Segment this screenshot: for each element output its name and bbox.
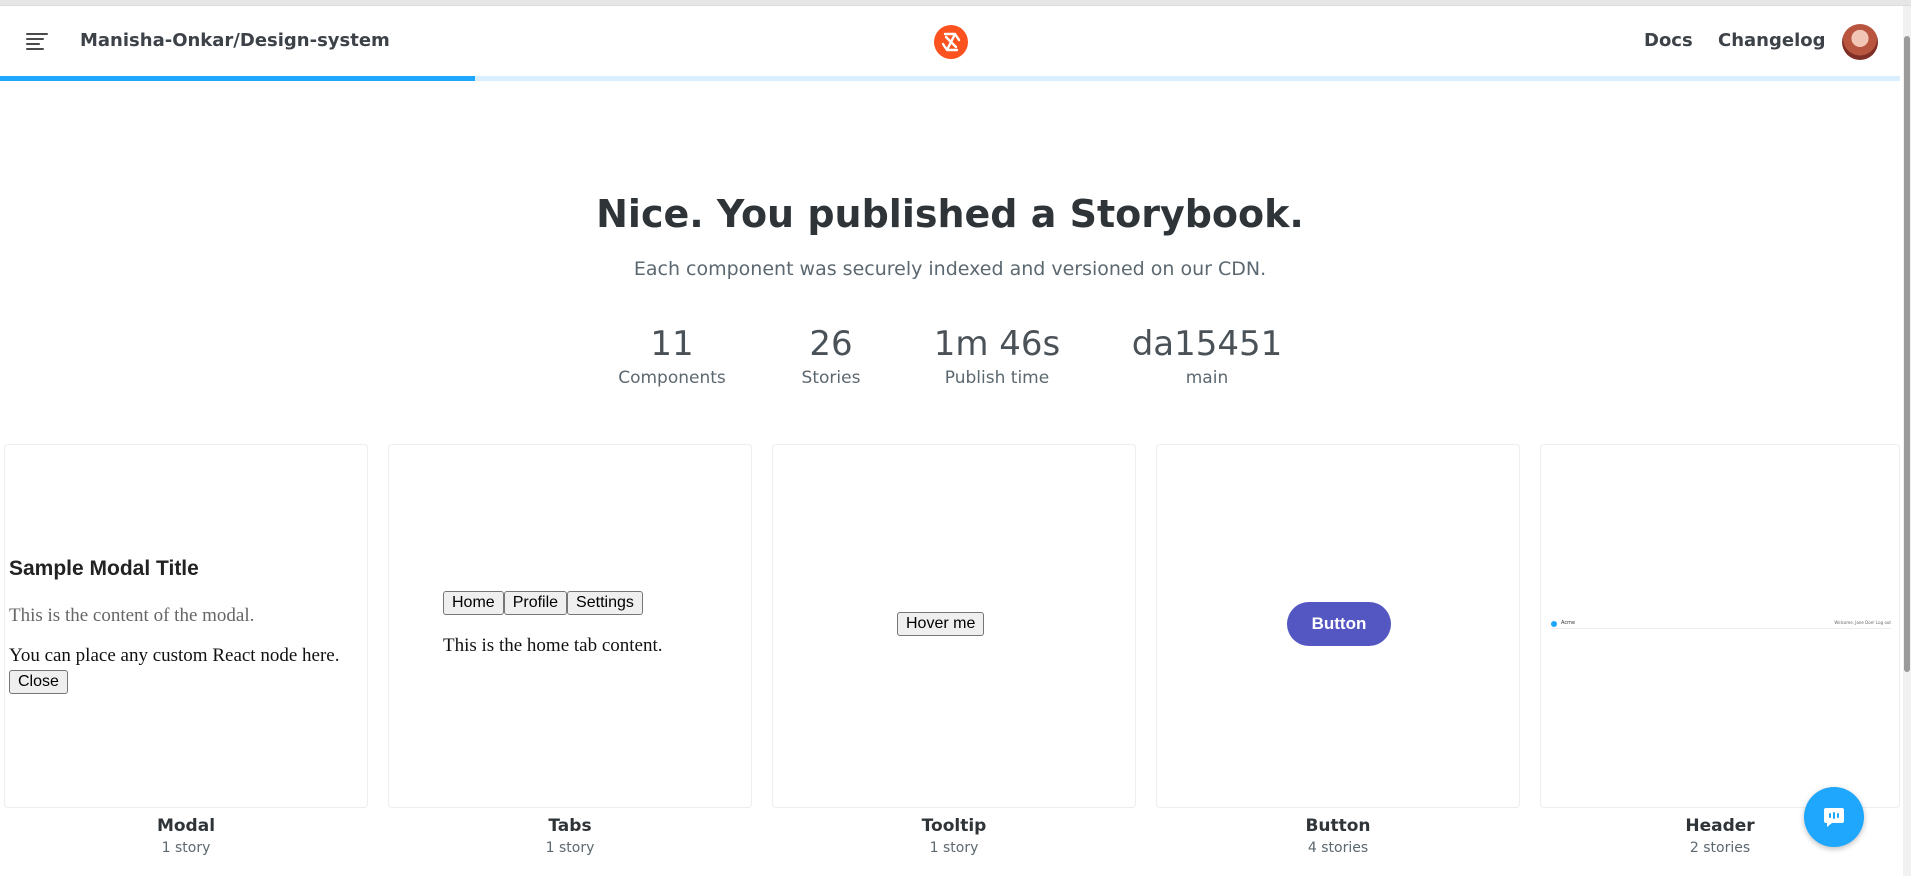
component-card-button[interactable]: Button [1156, 444, 1520, 808]
card-title[interactable]: Tooltip [772, 816, 1136, 836]
stat-components: 11 Components [612, 324, 732, 388]
page-title: Nice. You published a Storybook. [596, 192, 1304, 236]
card-story-count: 1 story [161, 840, 211, 856]
card-title[interactable]: Tabs [388, 816, 752, 836]
component-card-header[interactable]: Acme Welcome, Jane Doe! Log out [1540, 444, 1900, 808]
tab-home[interactable]: Home [443, 591, 504, 615]
publish-progress-fill [0, 76, 475, 81]
tab-settings[interactable]: Settings [567, 591, 643, 615]
modal-preview-node-text: You can place any custom React node here… [9, 645, 340, 666]
stat-commit: da15451 main [1120, 324, 1294, 388]
publish-stats: 11 Components 26 Stories 1m 46s Publish … [0, 324, 1900, 394]
stat-value: da15451 [1131, 324, 1283, 364]
stat-publish-time: 1m 46s Publish time [927, 324, 1067, 388]
stat-label: Stories [801, 368, 861, 388]
nav-docs-link[interactable]: Docs [1644, 30, 1693, 51]
modal-preview-title: Sample Modal Title [9, 557, 199, 580]
modal-close-button[interactable]: Close [9, 670, 68, 694]
card-title[interactable]: Button [1156, 816, 1520, 836]
menu-icon[interactable] [26, 33, 48, 50]
user-avatar[interactable] [1842, 24, 1878, 60]
stat-value: 11 [650, 324, 694, 364]
component-card-tabs[interactable]: Home Profile Settings This is the home t… [388, 444, 752, 808]
stat-label: Components [618, 368, 726, 388]
chat-bubble-icon[interactable] [1804, 787, 1864, 847]
card-title[interactable]: Modal [4, 816, 368, 836]
component-card-tooltip[interactable]: Hover me [772, 444, 1136, 808]
nav-changelog-link[interactable]: Changelog [1718, 30, 1826, 51]
header-preview: Acme Welcome, Jane Doe! Log out [1551, 620, 1891, 629]
top-header: Manisha-Onkar/Design-system Docs Changel… [0, 6, 1900, 76]
tabs-preview-content: This is the home tab content. [443, 635, 663, 656]
stat-label: Publish time [944, 368, 1050, 388]
header-preview-logo-icon [1551, 621, 1557, 627]
chromatic-logo-icon[interactable] [933, 24, 969, 60]
tabs-preview-row: Home Profile Settings [443, 591, 643, 615]
component-card-modal[interactable]: Sample Modal Title This is the content o… [4, 444, 368, 808]
stat-value: 26 [809, 324, 853, 364]
header-preview-brand: Acme [1561, 620, 1576, 626]
header-preview-right-text: Welcome, Jane Doe! Log out [1834, 620, 1891, 625]
modal-preview-content: This is the content of the modal. [9, 605, 255, 626]
card-story-count: 4 stories [1307, 840, 1369, 856]
scrollbar-thumb[interactable] [1904, 36, 1910, 672]
page-subtitle: Each component was securely indexed and … [633, 258, 1267, 280]
page-scrollbar[interactable] [1903, 6, 1911, 876]
tab-profile[interactable]: Profile [503, 591, 568, 615]
hover-me-button[interactable]: Hover me [897, 612, 985, 636]
card-story-count: 1 story [545, 840, 595, 856]
card-story-count: 1 story [929, 840, 979, 856]
stat-label: main [1185, 368, 1229, 388]
publish-progress-bar [0, 76, 1900, 81]
stat-stories: 26 Stories [781, 324, 881, 388]
button-preview[interactable]: Button [1287, 602, 1391, 646]
stat-value: 1m 46s [933, 324, 1061, 364]
repo-name[interactable]: Manisha-Onkar/Design-system [80, 30, 390, 51]
